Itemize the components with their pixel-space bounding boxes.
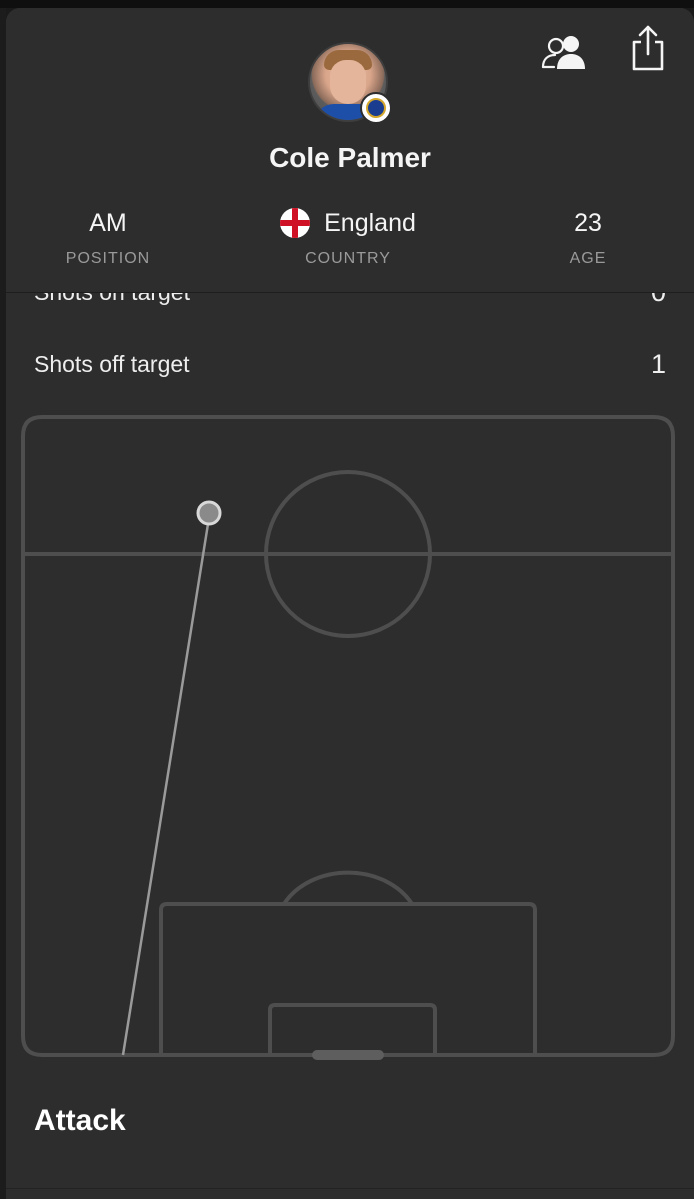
penalty-box [159,902,537,1055]
player-header: Cole Palmer AM POSITION England COUNTRY … [6,8,694,293]
position-value: AM [89,209,127,237]
age-label: AGE [569,250,607,267]
player-sheet: Cole Palmer AM POSITION England COUNTRY … [6,8,694,1199]
goal-area [268,1003,437,1055]
shot-map-pitch [20,414,676,1058]
age-value: 23 [574,209,602,237]
penalty-arc [282,870,414,906]
position-stat: AM POSITION [8,206,208,268]
shot-trajectory [121,523,210,1056]
club-badge-icon [360,92,392,124]
drag-handle[interactable] [312,1050,384,1060]
divider [6,1188,694,1189]
position-label: POSITION [65,250,151,267]
stat-row-shots-off-target: Shots off target 1 [6,334,694,394]
age-stat: 23 AGE [488,206,688,268]
player-name: Cole Palmer [269,142,431,173]
pitch-outline [21,415,675,1057]
person-group-icon[interactable] [540,28,588,76]
country-stat[interactable]: England COUNTRY [248,206,448,268]
stat-row-value: 1 [650,348,666,379]
stat-row-label: Shots off target [34,350,190,377]
country-label: COUNTRY [305,250,391,267]
england-flag-icon [280,208,311,238]
shot-marker [196,500,222,526]
background-app-strip [0,0,694,8]
share-icon[interactable] [624,24,672,72]
country-value: England [324,209,416,237]
section-title-attack: Attack [34,1104,126,1137]
